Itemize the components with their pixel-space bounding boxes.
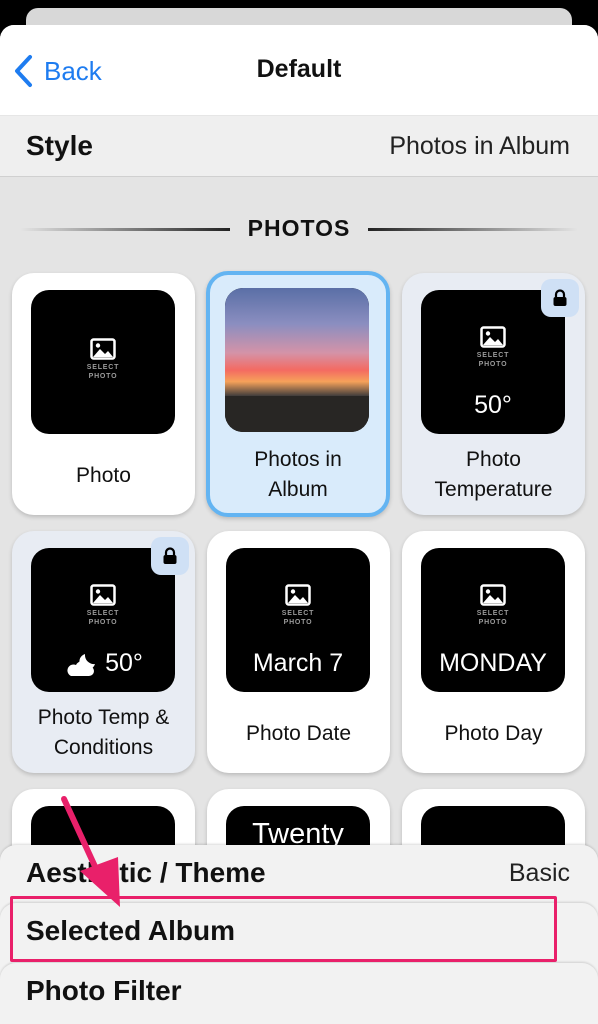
image-icon <box>480 584 506 606</box>
card-thumbnail: SELECT PHOTO <box>31 290 175 434</box>
photo-filter-label: Photo Filter <box>26 975 182 1006</box>
photo-filter-row[interactable]: Photo Filter <box>0 963 598 1024</box>
lock-icon <box>541 279 579 317</box>
style-row[interactable]: Style Photos in Album <box>0 115 598 177</box>
card-label: Photo Date <box>245 722 352 745</box>
card-label: Photo <box>76 464 131 487</box>
style-card-photo[interactable]: SELECT PHOTO Photo <box>12 273 195 515</box>
temperature-text: 50° <box>474 391 512 419</box>
select-photo-text: SELECT PHOTO <box>86 610 120 626</box>
select-photo-text: SELECT PHOTO <box>86 364 120 380</box>
card-label: Photo Day <box>444 722 543 745</box>
style-value: Photos in Album <box>389 132 570 160</box>
page-title: Default <box>256 55 342 83</box>
card-thumbnail: SELECT PHOTO March 7 <box>226 548 370 692</box>
style-label: Style <box>26 130 93 161</box>
temperature-text: 50° <box>105 649 143 677</box>
card-thumbnail <box>421 806 565 846</box>
image-icon <box>90 338 116 360</box>
weather-readout: 50° <box>31 649 175 678</box>
day-text: MONDAY <box>439 649 547 677</box>
partial-text: Twenty <box>252 818 344 846</box>
style-card-photo-day[interactable]: SELECT PHOTO MONDAY Photo Day <box>402 531 585 773</box>
date-text: March 7 <box>252 649 344 677</box>
select-photo-text: SELECT PHOTO <box>281 610 315 626</box>
aesthetic-theme-value: Basic <box>508 859 570 887</box>
card-label: Photo Temp & Conditions <box>37 706 170 759</box>
select-photo-text: SELECT PHOTO <box>476 352 510 368</box>
style-card-photo-date[interactable]: SELECT PHOTO March 7 Photo Date <box>207 531 390 773</box>
image-icon <box>480 326 506 348</box>
cloudy-moon-icon <box>67 653 96 676</box>
card-label: Photos in Album <box>254 448 342 501</box>
image-icon <box>285 584 311 606</box>
style-card-photo-temperature[interactable]: SELECT PHOTO 50° Photo Temperature <box>402 273 585 515</box>
select-photo-text: SELECT PHOTO <box>476 610 510 626</box>
divider-right <box>368 228 578 231</box>
sunset-photo <box>225 288 369 432</box>
section-header: PHOTOS <box>0 213 598 243</box>
annotation-arrow-icon <box>61 796 120 907</box>
card-label: Photo Temperature <box>434 448 553 501</box>
image-icon <box>90 584 116 606</box>
lock-icon <box>151 537 189 575</box>
navigation-bar: Back Default <box>0 25 598 115</box>
card-thumbnail: Twenty <box>226 806 370 846</box>
card-thumbnail: SELECT PHOTO MONDAY <box>421 548 565 692</box>
style-card-photos-in-album[interactable]: Photos in Album <box>206 271 390 517</box>
style-card-photo-temp-conditions[interactable]: SELECT PHOTO 50° Photo Temp & Conditions <box>12 531 195 773</box>
